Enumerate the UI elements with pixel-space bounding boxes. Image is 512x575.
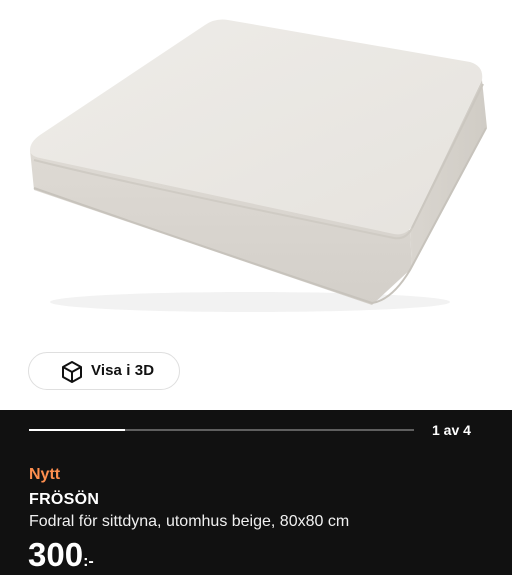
product-description: Fodral för sittdyna, utomhus beige, 80x8…: [29, 513, 350, 530]
price-suffix: :-: [83, 553, 94, 570]
gallery-progress-fill: [29, 429, 126, 431]
product-name[interactable]: FRÖSÖN: [29, 491, 99, 509]
product-price: 300 :-: [28, 537, 94, 573]
product-info-panel: 1 av 4 Nytt FRÖSÖN Fodral för sittdyna, …: [0, 410, 512, 575]
price-integer: 300: [28, 536, 84, 573]
view-3d-label: Visa i 3D: [91, 362, 155, 379]
view-3d-button[interactable]: Visa i 3D: [28, 352, 180, 390]
gallery-page-counter: 1 av 4: [432, 422, 471, 438]
new-badge: Nytt: [29, 466, 61, 483]
product-image[interactable]: [0, 0, 512, 340]
cube-icon: [62, 361, 82, 383]
gallery-progress-track: [29, 429, 414, 431]
